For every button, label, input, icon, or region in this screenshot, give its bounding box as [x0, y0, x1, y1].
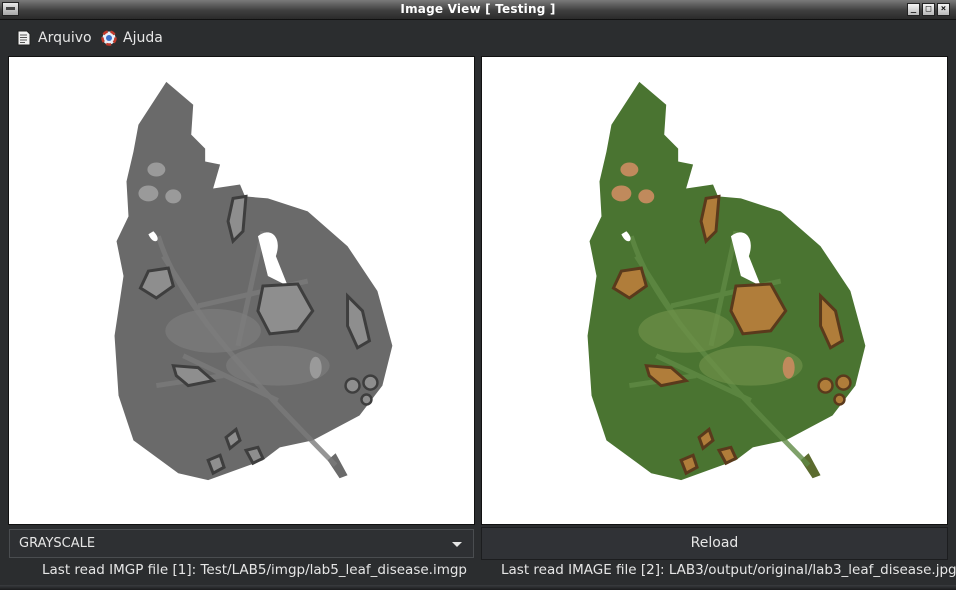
window-bottom-border — [0, 585, 956, 590]
dropdown-arrow-icon — [452, 542, 462, 547]
menu-ajuda-label: Ajuda — [123, 30, 163, 46]
reload-button[interactable]: Reload — [481, 527, 948, 560]
help-icon — [101, 30, 117, 46]
left-status-text: Last read IMGP file [1]: Test/LAB5/imgp/… — [42, 562, 467, 578]
minimize-icon[interactable]: _ — [907, 3, 920, 16]
grayscale-image-panel — [8, 56, 475, 525]
maximize-icon[interactable]: □ — [922, 3, 935, 16]
color-image-panel — [481, 56, 948, 525]
menu-arquivo-label: Arquivo — [38, 30, 92, 46]
color-mode-select[interactable]: GRAYSCALE — [9, 529, 474, 558]
color-mode-value: GRAYSCALE — [19, 536, 96, 551]
right-status-text: Last read IMAGE file [2]: LAB3/output/or… — [501, 562, 956, 578]
menu-ajuda[interactable]: Ajuda — [101, 28, 163, 48]
title-bar[interactable]: Image View [ Testing ] _ □ × — [0, 0, 956, 20]
menu-bar: Arquivo Ajuda — [0, 20, 956, 54]
menu-arquivo[interactable]: Arquivo — [16, 28, 92, 48]
grayscale-leaf-image — [114, 81, 393, 481]
close-icon[interactable]: × — [937, 3, 950, 16]
color-leaf-image — [587, 81, 866, 481]
document-icon — [16, 30, 32, 46]
window-title: Image View [ Testing ] — [400, 2, 556, 16]
